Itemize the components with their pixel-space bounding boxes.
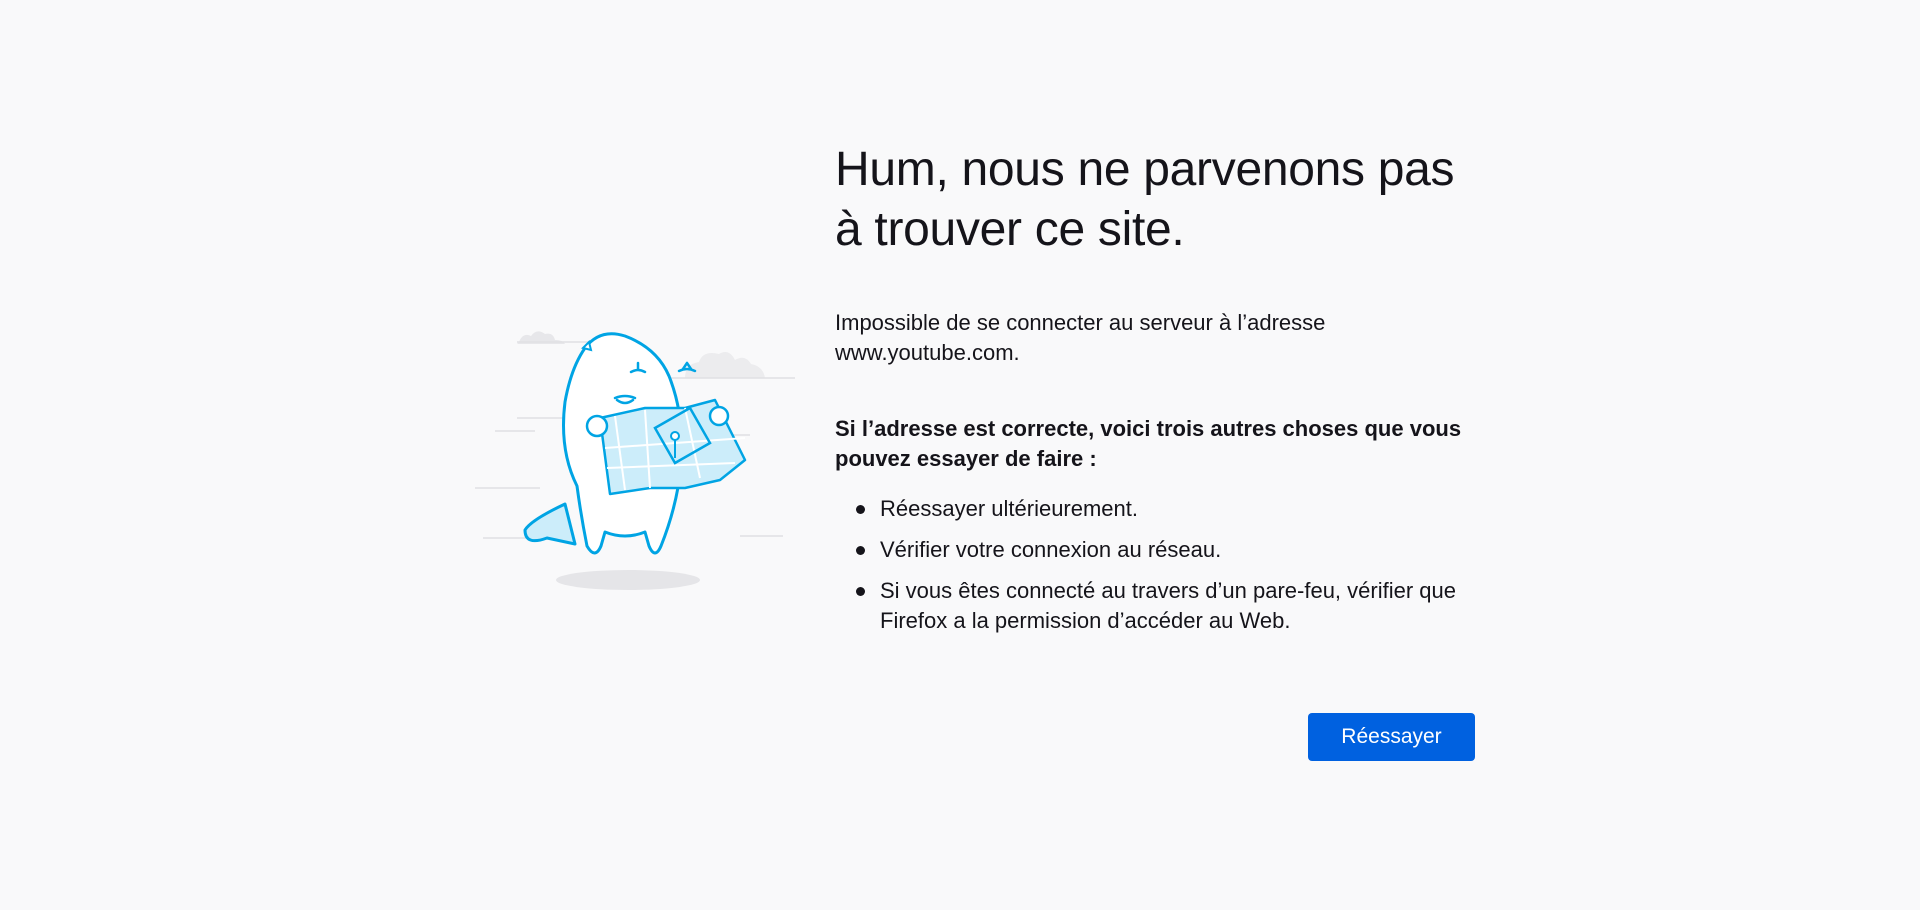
suggestions-heading: Si l’adresse est correcte, voici trois a…	[835, 416, 1462, 471]
suggestions-list: Réessayer ultérieurement. Vérifier votre…	[835, 494, 1485, 636]
page-title: Hum, nous ne parvenons pas à trouver ce …	[835, 143, 1455, 256]
error-description: Impossible de se connecter au serveur à …	[835, 310, 1326, 365]
retry-button[interactable]: Réessayer	[1308, 713, 1475, 761]
lost-map-character-icon	[475, 331, 795, 590]
list-item: Vérifier votre connexion au réseau.	[856, 535, 1485, 565]
list-item: Si vous êtes connecté au travers d’un pa…	[856, 576, 1485, 636]
error-page: Hum, nous ne parvenons pas à trouver ce …	[0, 0, 1920, 910]
list-item: Réessayer ultérieurement.	[856, 494, 1485, 524]
error-content: Hum, nous ne parvenons pas à trouver ce …	[835, 140, 1485, 647]
cloud-icon	[685, 352, 765, 378]
